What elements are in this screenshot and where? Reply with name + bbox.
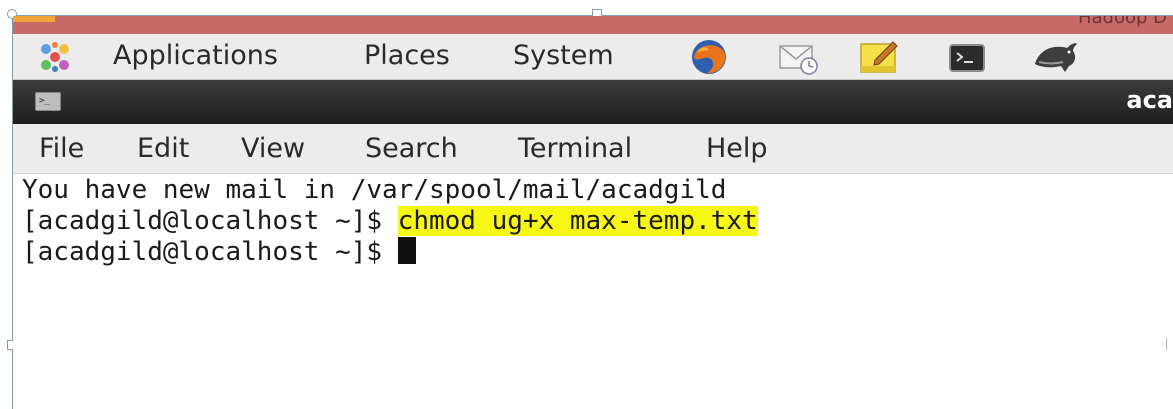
menu-terminal[interactable]: Terminal <box>518 130 632 168</box>
shell-prompt: [acadgild@localhost ~]$ <box>22 237 398 267</box>
frame-edge-mark <box>1166 338 1173 350</box>
window-top-strip: Hadoop D <box>13 16 1173 34</box>
top-panel: Applications Places System <box>13 34 1173 80</box>
mail-icon[interactable] <box>776 38 820 80</box>
terminal-line-prompt: [acadgild@localhost ~]$ <box>22 236 416 268</box>
shell-prompt: [acadgild@localhost ~]$ <box>22 206 398 236</box>
window-title-partial: Hadoop D <box>1077 16 1167 28</box>
terminal-menubar: File Edit View Search Terminal Help <box>13 124 1173 174</box>
terminal-window-icon: >_ <box>35 92 61 111</box>
notes-icon[interactable] <box>859 38 903 80</box>
terminal-icon[interactable] <box>947 38 987 80</box>
menu-edit[interactable]: Edit <box>137 130 189 168</box>
terminal-titlebar[interactable]: >_ aca <box>13 80 1173 124</box>
menu-search[interactable]: Search <box>365 130 458 168</box>
panel-menu-places[interactable]: Places <box>364 36 450 76</box>
terminal-line-mail: You have new mail in /var/spool/mail/aca… <box>22 175 727 205</box>
terminal-output[interactable]: You have new mail in /var/spool/mail/aca… <box>13 174 1173 408</box>
terminal-line-command: [acadgild@localhost ~]$ chmod ug+x max-t… <box>22 205 758 237</box>
firefox-icon[interactable] <box>689 38 729 80</box>
dolphin-icon[interactable] <box>1031 38 1081 80</box>
menu-view[interactable]: View <box>241 130 305 168</box>
panel-menu-system[interactable]: System <box>513 36 614 76</box>
menu-help[interactable]: Help <box>706 130 768 168</box>
window-corner-accent <box>13 16 55 22</box>
text-cursor <box>397 237 416 264</box>
panel-menu-applications[interactable]: Applications <box>113 36 278 76</box>
highlighted-command: chmod ug+x max-temp.txt <box>397 206 758 236</box>
window-title: aca <box>1126 86 1173 114</box>
applications-icon[interactable] <box>37 40 73 78</box>
menu-file[interactable]: File <box>39 130 84 168</box>
